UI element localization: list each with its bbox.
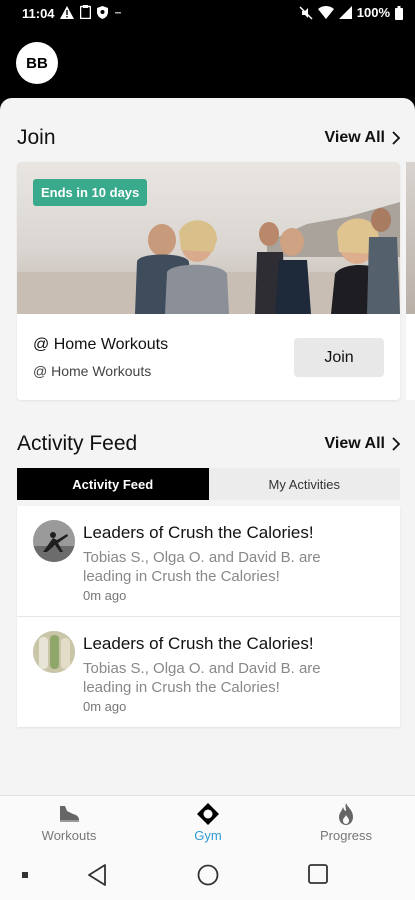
join-button[interactable]: Join (294, 338, 384, 377)
system-navigation-bar (0, 850, 415, 900)
join-section-header: Join View All (17, 126, 401, 150)
app-header: BB (0, 28, 415, 100)
dash-icon (115, 12, 121, 14)
shield-icon (97, 5, 108, 19)
warning-icon (60, 5, 74, 19)
mute-icon (299, 5, 313, 20)
activity-feed-list: Leaders of Crush the Calories! Tobias S.… (17, 506, 400, 727)
dot-icon (22, 872, 28, 878)
profile-avatar[interactable]: BB (16, 42, 58, 84)
wifi-icon (317, 6, 334, 19)
challenge-subtitle: @ Home Workouts (33, 363, 152, 379)
feed-avatar (33, 520, 75, 562)
activity-section-header: Activity Feed View All (17, 432, 401, 456)
join-view-all-link[interactable]: View All (325, 129, 401, 147)
challenge-hero-image: Ends in 10 days (17, 162, 400, 314)
feed-item-time: 0m ago (83, 588, 127, 603)
nav-progress[interactable]: Progress (296, 802, 396, 843)
feed-avatar (33, 631, 75, 673)
activity-view-all-label: View All (324, 435, 385, 452)
status-bar: 11:04 100% (0, 0, 415, 28)
chevron-right-icon (392, 437, 401, 451)
battery-icon (395, 5, 403, 20)
join-view-all-label: View All (324, 129, 385, 146)
flame-icon (339, 803, 353, 825)
feed-item-description: Tobias S., Olga O. and David B. are lead… (83, 660, 321, 696)
ends-in-badge: Ends in 10 days (33, 179, 148, 206)
recents-icon[interactable] (308, 864, 328, 884)
activity-tabs: Activity Feed My Activities (17, 468, 400, 500)
main-content: Join View All Ends in 10 days @ Home Wor… (0, 98, 415, 795)
home-icon[interactable] (197, 864, 219, 886)
nav-gym[interactable]: Gym (158, 802, 258, 843)
tab-my-activities[interactable]: My Activities (208, 468, 400, 500)
gym-icon (197, 803, 219, 825)
shoe-icon (60, 806, 79, 822)
challenge-card[interactable]: Ends in 10 days @ Home Workouts @ Home W… (17, 162, 400, 400)
status-time: 11:04 (22, 6, 55, 21)
back-icon[interactable] (87, 864, 107, 886)
bottom-nav: Workouts Gym Progress (0, 795, 415, 850)
list-item[interactable]: Leaders of Crush the Calories! Tobias S.… (17, 616, 400, 726)
activity-view-all-link[interactable]: View All (325, 435, 401, 453)
signal-icon (338, 6, 352, 19)
challenge-title: @ Home Workouts (33, 336, 169, 353)
tab-activity-feed[interactable]: Activity Feed (17, 468, 209, 500)
chevron-right-icon (392, 131, 401, 145)
feed-item-description: Tobias S., Olga O. and David B. are lead… (83, 549, 321, 585)
list-item[interactable]: Leaders of Crush the Calories! Tobias S.… (17, 506, 400, 616)
join-section-title: Join (17, 126, 56, 149)
nav-progress-label: Progress (319, 828, 373, 843)
battery-percent: 100% (356, 5, 390, 20)
feed-item-time: 0m ago (83, 699, 127, 714)
feed-item-title: Leaders of Crush the Calories! (83, 634, 314, 653)
nav-gym-label: Gym (194, 828, 222, 843)
nav-workouts-label: Workouts (41, 828, 97, 843)
next-challenge-card-peek[interactable] (406, 162, 415, 400)
clipboard-icon (80, 5, 91, 19)
activity-section-title: Activity Feed (17, 432, 138, 455)
nav-workouts[interactable]: Workouts (19, 802, 119, 843)
feed-item-title: Leaders of Crush the Calories! (83, 523, 314, 542)
